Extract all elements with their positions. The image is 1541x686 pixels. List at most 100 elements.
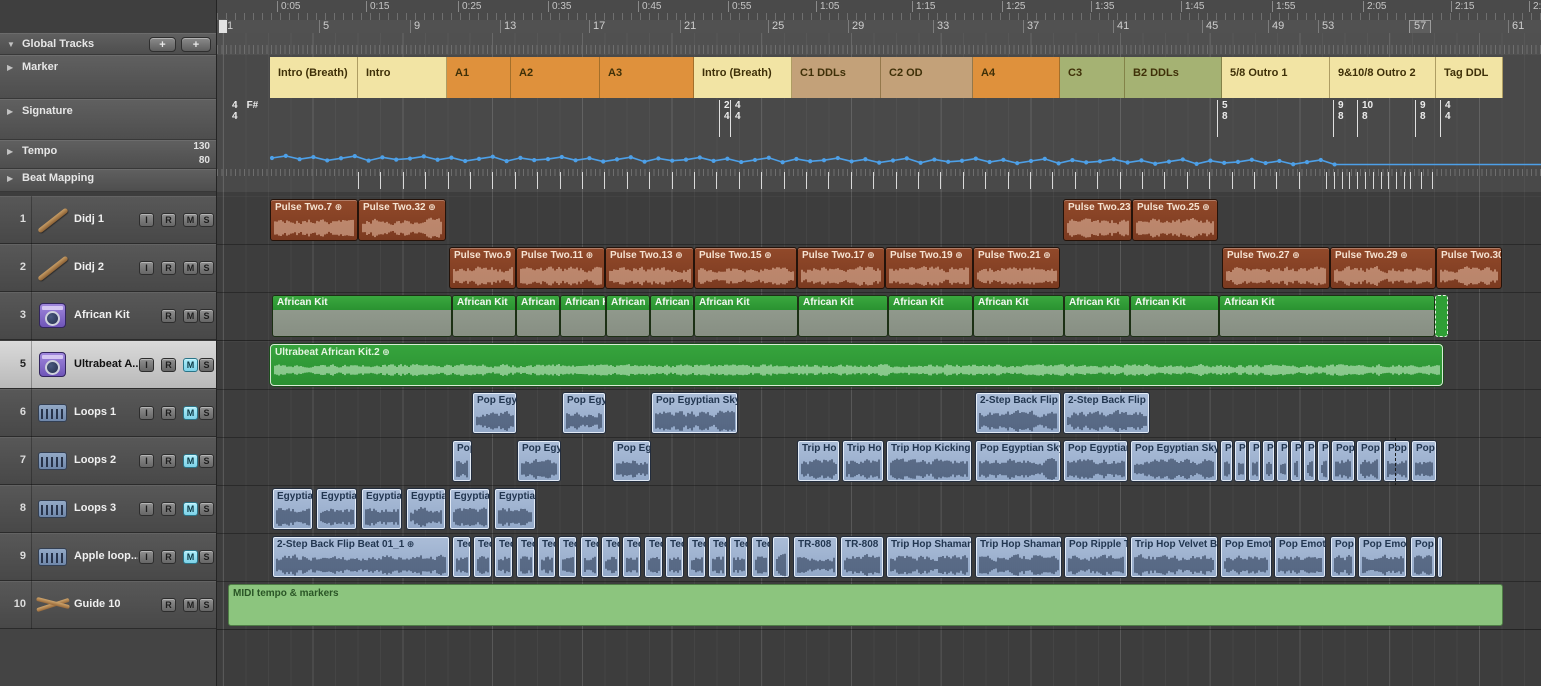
beat-tick[interactable]	[985, 172, 986, 189]
track-header-apple-loop[interactable]: 9Apple loop...IRMS	[0, 533, 216, 581]
region-pop[interactable]: Pop	[1383, 440, 1410, 482]
region-tec[interactable]: Tec	[537, 536, 556, 578]
solo-button[interactable]: S	[199, 598, 214, 612]
beat-tick[interactable]	[627, 172, 628, 189]
marker-region[interactable]: Tag DDL	[1436, 57, 1503, 98]
region-egyptian[interactable]: Egyptian	[494, 488, 536, 530]
region-pop-egyptian-sky[interactable]: Pop Egyptian Sky	[651, 392, 738, 434]
beat-tick[interactable]	[1209, 172, 1210, 189]
region-tec[interactable]: Tec	[644, 536, 663, 578]
beat-tick[interactable]	[1388, 172, 1389, 189]
beat-tick[interactable]	[1342, 172, 1343, 189]
region-egyptian[interactable]: Egyptian	[406, 488, 446, 530]
region-pop-egy[interactable]: Pop Egy	[562, 392, 606, 434]
beat-mapping-lane[interactable]	[217, 169, 1541, 193]
marker-region[interactable]: B2 DDLs	[1125, 57, 1222, 98]
beat-tick[interactable]	[1404, 172, 1405, 189]
region-african-kit[interactable]: African Kit	[650, 295, 694, 337]
region-pop-egy[interactable]: Pop Egy	[517, 440, 561, 482]
signature-track-header[interactable]: ▶ Signature	[0, 99, 216, 140]
beat-tick[interactable]	[537, 172, 538, 189]
beat-tick[interactable]	[1410, 172, 1411, 189]
mute-button[interactable]: M	[183, 358, 198, 372]
beat-tick[interactable]	[1349, 172, 1350, 189]
beat-tick[interactable]	[1187, 172, 1188, 189]
solo-button[interactable]: S	[199, 309, 214, 323]
beat-tick[interactable]	[784, 172, 785, 189]
beat-tick[interactable]	[1365, 172, 1366, 189]
mute-button[interactable]: M	[183, 454, 198, 468]
region-tec[interactable]: Tec	[452, 536, 471, 578]
region-ultrabeat-african-kit-2[interactable]: Ultrabeat African Kit.2 ⊕	[270, 344, 1443, 386]
marker-region[interactable]: A4	[973, 57, 1060, 98]
solo-button[interactable]: S	[199, 550, 214, 564]
region-pulse-two-19[interactable]: Pulse Two.19 ⊕	[885, 247, 973, 289]
solo-button[interactable]: S	[199, 454, 214, 468]
region-pulse-two-7[interactable]: Pulse Two.7 ⊕	[270, 199, 358, 241]
beat-tick[interactable]	[560, 172, 561, 189]
region-sliver[interactable]	[772, 536, 790, 578]
marker-region[interactable]: A1	[447, 57, 511, 98]
region-african-kit[interactable]: African Kit	[1064, 295, 1130, 337]
region-tr-808[interactable]: TR-808	[793, 536, 838, 578]
input-monitor-button[interactable]: I	[139, 358, 154, 372]
beat-tick[interactable]	[470, 172, 471, 189]
mute-button[interactable]: M	[183, 309, 198, 323]
marker-track-header[interactable]: ▶ Marker	[0, 55, 216, 99]
region-pulse-two-13[interactable]: Pulse Two.13 ⊕	[605, 247, 694, 289]
beat-tick[interactable]	[1075, 172, 1076, 189]
beat-tick[interactable]	[1421, 172, 1422, 189]
region-tec[interactable]: Tec	[601, 536, 620, 578]
beat-tick[interactable]	[896, 172, 897, 189]
ruler-start-handle[interactable]	[218, 19, 228, 34]
beat-tick[interactable]	[716, 172, 717, 189]
configure-global-tracks-button[interactable]: +	[181, 37, 211, 52]
region-2-step-back-flip-i[interactable]: 2-Step Back Flip I	[975, 392, 1061, 434]
region-egyptian[interactable]: Egyptian	[316, 488, 357, 530]
beat-tick[interactable]	[1357, 172, 1358, 189]
record-enable-button[interactable]: R	[161, 358, 176, 372]
region-pulse-two-29[interactable]: Pulse Two.29 ⊕	[1330, 247, 1436, 289]
track-header-loops-2[interactable]: 7Loops 2IRMS	[0, 437, 216, 485]
region-tec[interactable]: Tec	[558, 536, 577, 578]
expand-triangle-icon[interactable]: ▶	[7, 174, 13, 183]
region-pop[interactable]: Pop	[1331, 440, 1355, 482]
record-enable-button[interactable]: R	[161, 550, 176, 564]
beat-tick[interactable]	[1097, 172, 1098, 189]
mute-button[interactable]: M	[183, 406, 198, 420]
track-header-african-kit[interactable]: 3African KitRMS	[0, 292, 216, 340]
region-trip-hop-kicking[interactable]: Trip Hop Kicking	[886, 440, 972, 482]
region-p[interactable]: P	[1220, 440, 1233, 482]
mute-button[interactable]: M	[183, 598, 198, 612]
marker-region[interactable]: C2 OD	[881, 57, 973, 98]
region-af[interactable]	[1435, 295, 1448, 337]
region-african-kit[interactable]: African Kit	[694, 295, 798, 337]
beat-tick[interactable]	[1299, 172, 1300, 189]
region-p[interactable]: P	[1317, 440, 1330, 482]
marker-region[interactable]: 9&10/8 Outro 2	[1330, 57, 1436, 98]
beat-mapping-track-header[interactable]: ▶ Beat Mapping	[0, 169, 216, 192]
region-pulse-two-15[interactable]: Pulse Two.15 ⊕	[694, 247, 797, 289]
track-header-didj-1[interactable]: 1Didj 1IRMS	[0, 196, 216, 244]
region-african-kit[interactable]: African Kit	[606, 295, 650, 337]
signature-entry[interactable]: 98	[1333, 100, 1344, 137]
region-egyptian[interactable]: Egyptian	[449, 488, 490, 530]
input-monitor-button[interactable]: I	[139, 550, 154, 564]
beat-tick[interactable]	[1276, 172, 1277, 189]
solo-button[interactable]: S	[199, 502, 214, 516]
record-enable-button[interactable]: R	[161, 406, 176, 420]
region-egyptian[interactable]: Egyptian	[272, 488, 313, 530]
region-african-kit[interactable]: African Kit	[452, 295, 516, 337]
record-enable-button[interactable]: R	[161, 213, 176, 227]
region-sliver[interactable]	[1437, 536, 1443, 578]
beat-tick[interactable]	[515, 172, 516, 189]
beat-tick[interactable]	[851, 172, 852, 189]
beat-tick[interactable]	[1373, 172, 1374, 189]
region-pop-egyptian[interactable]: Pop Egyptian	[1063, 440, 1128, 482]
input-monitor-button[interactable]: I	[139, 213, 154, 227]
beat-tick[interactable]	[1254, 172, 1255, 189]
record-enable-button[interactable]: R	[161, 598, 176, 612]
track-header-didj-2[interactable]: 2Didj 2IRMS	[0, 244, 216, 292]
beat-tick[interactable]	[604, 172, 605, 189]
region-african-kit[interactable]: African Kit	[798, 295, 888, 337]
